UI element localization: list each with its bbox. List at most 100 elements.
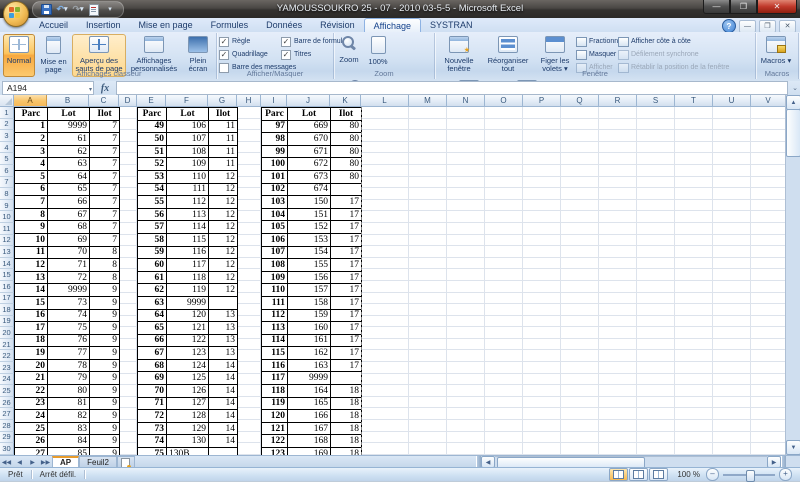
cell-O24[interactable] — [485, 373, 523, 386]
cell-Q10[interactable] — [561, 211, 599, 223]
cell-O6[interactable] — [485, 164, 523, 177]
table-cell[interactable]: 18 — [330, 447, 362, 455]
table-cell[interactable]: 111 — [261, 295, 288, 310]
cell-L27[interactable] — [361, 408, 409, 421]
cell-V23[interactable] — [751, 362, 786, 374]
ribbon-tab-formules[interactable]: Formules — [202, 18, 258, 32]
ribbon-tab-systran[interactable]: SYSTRAN — [421, 18, 482, 32]
table-cell[interactable]: 106 — [166, 119, 209, 134]
column-header-A[interactable]: A — [14, 95, 47, 107]
table-cell[interactable]: 17 — [330, 346, 362, 360]
cell-S14[interactable] — [637, 257, 675, 270]
zoom-in-icon[interactable]: + — [779, 468, 792, 481]
table-cell[interactable]: 11 — [14, 245, 48, 260]
table-cell[interactable]: 77 — [47, 346, 90, 360]
table-cell[interactable]: 116 — [261, 358, 288, 373]
cell-R30[interactable] — [599, 443, 637, 455]
table-cell[interactable]: 7 — [89, 157, 120, 171]
table-cell[interactable]: 13 — [208, 346, 238, 360]
cell-U27[interactable] — [713, 408, 751, 421]
cell-D6[interactable] — [119, 164, 137, 177]
table-cell[interactable]: 80 — [330, 157, 362, 171]
cell-T1[interactable] — [675, 107, 713, 119]
cell-M2[interactable] — [409, 118, 447, 131]
table-cell[interactable]: 7 — [89, 220, 120, 234]
cell-N21[interactable] — [447, 338, 485, 351]
row-header-11[interactable]: 11 — [0, 222, 14, 235]
cell-V8[interactable] — [751, 188, 786, 200]
table-cell[interactable]: 9 — [89, 308, 120, 323]
table-cell[interactable]: 21 — [14, 371, 48, 386]
cell-H26[interactable] — [237, 396, 261, 409]
table-cell[interactable]: 73 — [137, 421, 167, 436]
ribbon-tab-donn-es[interactable]: Données — [257, 18, 311, 32]
table-cell[interactable]: 70 — [47, 245, 90, 260]
row-header-18[interactable]: 18 — [0, 304, 14, 316]
row-header-7[interactable]: 7 — [0, 176, 14, 189]
cell-U20[interactable] — [713, 327, 751, 339]
cell-N15[interactable] — [447, 269, 485, 281]
small-button-fractionner[interactable]: Fractionner — [576, 35, 624, 48]
table-cell[interactable]: 80 — [330, 169, 362, 184]
cell-R25[interactable] — [599, 385, 637, 397]
table-cell[interactable]: 128 — [166, 409, 209, 423]
cell-Q3[interactable] — [561, 130, 599, 142]
cell-N14[interactable] — [447, 257, 485, 270]
table-cell[interactable]: 164 — [287, 384, 331, 398]
cell-U30[interactable] — [713, 443, 751, 455]
cell-S28[interactable] — [637, 420, 675, 432]
table-cell[interactable]: 17 — [330, 358, 362, 373]
cell-L14[interactable] — [361, 257, 409, 270]
cell-U10[interactable] — [713, 211, 751, 223]
table-cell[interactable]: 85 — [47, 447, 90, 455]
cell-T6[interactable] — [675, 164, 713, 177]
table-cell[interactable]: 68 — [47, 220, 90, 234]
cell-U11[interactable] — [713, 222, 751, 235]
cell-V13[interactable] — [751, 246, 786, 258]
table-cell[interactable]: 7 — [89, 132, 120, 146]
row-header-5[interactable]: 5 — [0, 153, 14, 165]
cell-V28[interactable] — [751, 420, 786, 432]
cell-M15[interactable] — [409, 269, 447, 281]
table-cell[interactable]: 9 — [89, 447, 120, 455]
cell-N26[interactable] — [447, 396, 485, 409]
table-cell[interactable]: 167 — [287, 421, 331, 436]
cell-R8[interactable] — [599, 188, 637, 200]
table-cell[interactable]: 17 — [330, 232, 362, 247]
cell-H6[interactable] — [237, 164, 261, 177]
cell-D7[interactable] — [119, 176, 137, 189]
cell-N11[interactable] — [447, 222, 485, 235]
cell-V29[interactable] — [751, 431, 786, 444]
cell-P2[interactable] — [523, 118, 561, 131]
cell-M18[interactable] — [409, 304, 447, 316]
cell-T18[interactable] — [675, 304, 713, 316]
vertical-scrollbar[interactable]: ▲ ▼ — [785, 95, 800, 455]
table-cell[interactable]: 161 — [287, 333, 331, 348]
cell-D1[interactable] — [119, 107, 137, 119]
cell-P20[interactable] — [523, 327, 561, 339]
cell-P10[interactable] — [523, 211, 561, 223]
cell-M23[interactable] — [409, 362, 447, 374]
cell-O13[interactable] — [485, 246, 523, 258]
cell-O3[interactable] — [485, 130, 523, 142]
cell-M16[interactable] — [409, 280, 447, 293]
cell-L24[interactable] — [361, 373, 409, 386]
table-cell[interactable]: 107 — [166, 132, 209, 146]
table-cell[interactable]: 78 — [47, 358, 90, 373]
cell-S5[interactable] — [637, 153, 675, 165]
table-cell[interactable]: 2 — [14, 132, 48, 146]
column-header-S[interactable]: S — [637, 95, 675, 107]
cell-P7[interactable] — [523, 176, 561, 189]
table-cell[interactable]: 50 — [137, 132, 167, 146]
cell-Q12[interactable] — [561, 234, 599, 247]
cell-D3[interactable] — [119, 130, 137, 142]
cell-M4[interactable] — [409, 141, 447, 154]
cell-M3[interactable] — [409, 130, 447, 142]
cell-P1[interactable] — [523, 107, 561, 119]
cell-Q23[interactable] — [561, 362, 599, 374]
table-cell[interactable]: 9 — [89, 421, 120, 436]
cell-D30[interactable] — [119, 443, 137, 455]
table-cell[interactable]: 69 — [137, 371, 167, 386]
cell-P6[interactable] — [523, 164, 561, 177]
table-cell[interactable]: 168 — [287, 434, 331, 449]
